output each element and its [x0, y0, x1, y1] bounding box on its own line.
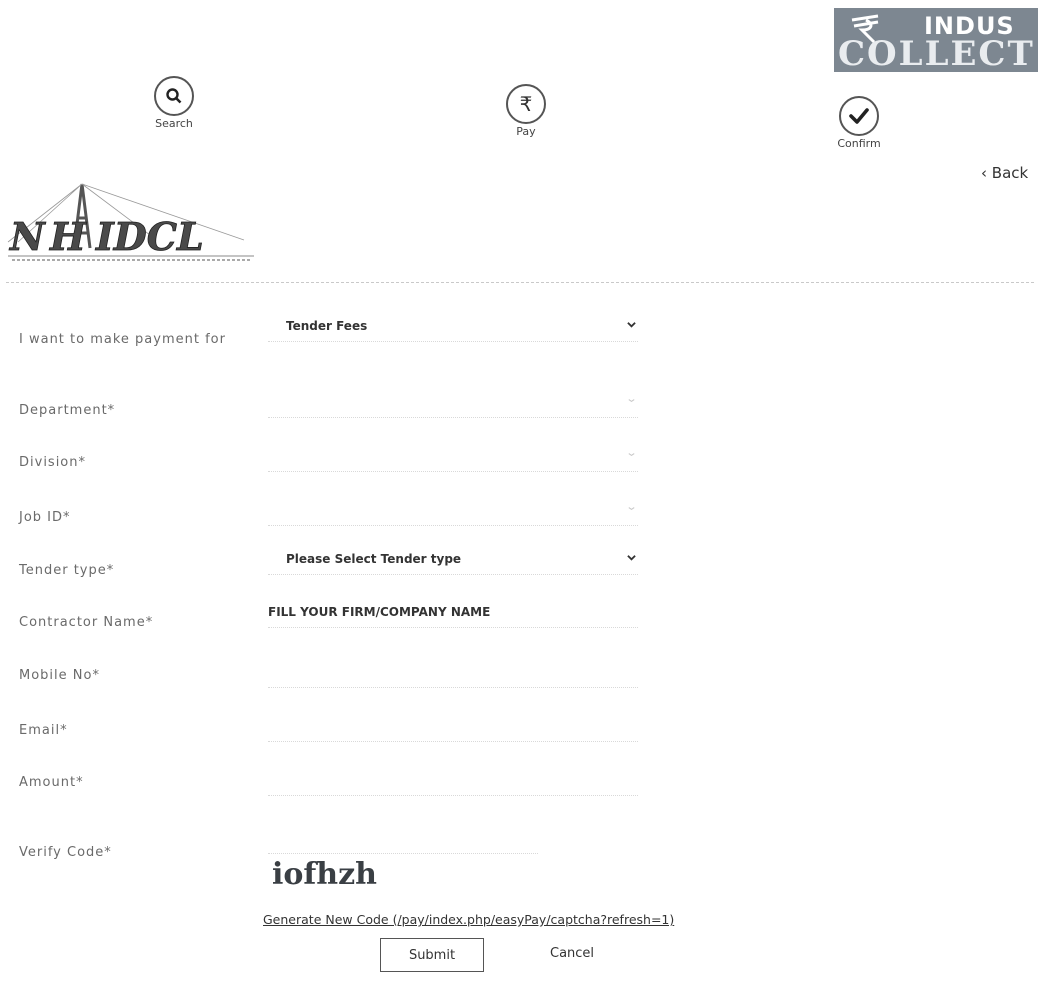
- payment-for-value: Tender Fees: [286, 319, 368, 333]
- amount-input[interactable]: [268, 768, 638, 796]
- contractor-name-input[interactable]: FILL YOUR FIRM/COMPANY NAME: [268, 600, 638, 628]
- chevron-down-icon: [628, 453, 635, 457]
- generate-new-code-link[interactable]: Generate New Code (/pay/index.php/easyPa…: [263, 912, 674, 927]
- label-tender-type: Tender type*: [19, 563, 115, 578]
- cancel-button[interactable]: Cancel: [550, 946, 594, 961]
- label-mobile: Mobile No*: [19, 668, 100, 683]
- tender-type-value: Please Select Tender type: [286, 552, 462, 566]
- label-job-id: Job ID*: [19, 510, 71, 525]
- verify-code-input[interactable]: [268, 826, 538, 854]
- svg-text:N: N: [9, 214, 46, 259]
- nhidcl-logo: N H IDCL: [7, 183, 254, 261]
- chevron-left-icon: ‹: [981, 164, 987, 182]
- pay-step-circle[interactable]: ₹: [506, 84, 546, 124]
- label-amount: Amount*: [19, 775, 84, 790]
- search-step-circle[interactable]: [154, 76, 194, 116]
- chevron-down-icon: [627, 322, 636, 328]
- captcha-image: iofhzh: [272, 857, 377, 892]
- search-icon: [166, 88, 182, 104]
- chevron-down-icon: [627, 555, 636, 561]
- step-label-pay: Pay: [516, 125, 536, 138]
- tender-type-select[interactable]: Please Select Tender type: [268, 547, 638, 575]
- email-input[interactable]: [268, 714, 638, 742]
- division-select[interactable]: [268, 444, 638, 472]
- contractor-name-value: FILL YOUR FIRM/COMPANY NAME: [268, 605, 491, 619]
- indus-collect-logo: INDUS COLLECT: [834, 8, 1038, 72]
- department-select[interactable]: [268, 390, 638, 418]
- confirm-step-circle[interactable]: [839, 96, 879, 136]
- back-link[interactable]: ‹ Back: [981, 164, 1028, 182]
- step-pay[interactable]: ₹ Pay: [481, 84, 571, 138]
- brand-line2: COLLECT: [838, 34, 1035, 72]
- label-department: Department*: [19, 403, 116, 418]
- rupee-icon: ₹: [519, 92, 533, 116]
- svg-text:IDCL: IDCL: [95, 214, 204, 259]
- label-contractor-name: Contractor Name*: [19, 615, 154, 630]
- chevron-down-icon: [628, 399, 635, 403]
- label-email: Email*: [19, 723, 68, 738]
- mobile-input[interactable]: [268, 660, 638, 688]
- label-division: Division*: [19, 455, 87, 470]
- step-confirm[interactable]: Confirm: [814, 96, 904, 150]
- label-verify-code: Verify Code*: [19, 845, 112, 860]
- label-payment-for: I want to make payment for: [19, 332, 226, 347]
- header-divider: [6, 282, 1034, 283]
- submit-button[interactable]: Submit: [380, 938, 484, 972]
- check-icon: [849, 108, 869, 124]
- svg-text:H: H: [49, 214, 87, 259]
- chevron-down-icon: [628, 507, 635, 511]
- step-label-search: Search: [155, 117, 193, 130]
- job-id-select[interactable]: [268, 498, 638, 526]
- back-label: Back: [991, 164, 1029, 182]
- step-search[interactable]: Search: [129, 76, 219, 130]
- payment-for-select[interactable]: Tender Fees: [268, 314, 638, 342]
- step-label-confirm: Confirm: [837, 137, 881, 150]
